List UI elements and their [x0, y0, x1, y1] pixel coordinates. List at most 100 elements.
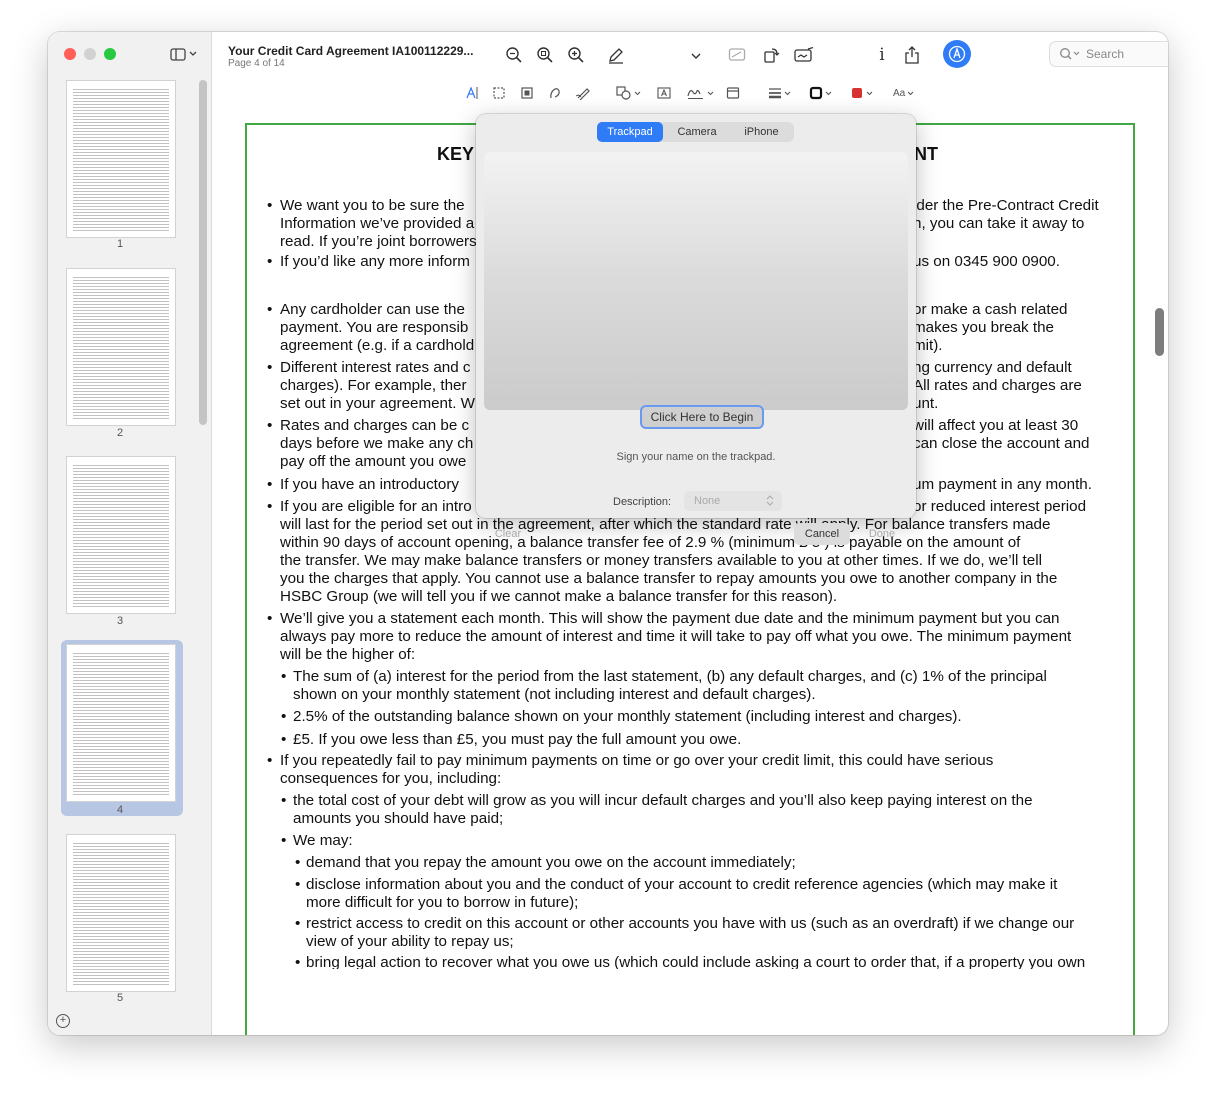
document-text-line: will last for the period set out in the …	[280, 516, 1051, 533]
document-text-line: us on 0345 900 0900.	[913, 253, 1060, 270]
signature-hint: Sign your name on the trackpad.	[616, 451, 776, 463]
document-text-line: Different interest rates and c	[280, 359, 471, 376]
page-heading-left: KEY	[437, 144, 475, 164]
close-window-button[interactable]	[64, 48, 76, 60]
rotate-icon	[764, 48, 780, 63]
bullet-point: •	[267, 498, 273, 515]
add-page-icon[interactable]: +	[56, 1014, 70, 1028]
page-thumbnail-5[interactable]	[66, 834, 176, 992]
document-text-line: If you repeatedly fail to pay minimum pa…	[280, 752, 994, 769]
document-text-line: payment. You are responsib	[280, 319, 469, 336]
zoom-out-icon	[506, 47, 522, 63]
document-text-line: um payment in any month.	[913, 476, 1092, 493]
document-text-line: shown on your monthly statement (not inc…	[293, 686, 816, 703]
document-text-line: will affect you at least 30	[913, 417, 1079, 434]
document-text-line: ng currency and default	[913, 359, 1072, 376]
document-text-line: We’ll give you a statement each month. T…	[280, 610, 1060, 627]
sidebar-icon	[169, 47, 186, 61]
document-text-line: n, you can take it away to	[913, 215, 1085, 232]
document-text-line: consequences for you, including:	[280, 770, 502, 787]
document-text-line: All rates and charges are	[913, 377, 1082, 394]
bullet-point: •	[295, 915, 301, 932]
document-text-line: pay off the amount you owe	[280, 453, 467, 470]
zoom-out-button[interactable]	[503, 44, 525, 66]
tab-camera[interactable]: Camera	[665, 122, 729, 142]
document-text-line: demand that you repay the amount you owe…	[306, 854, 796, 871]
page-thumbnail-4[interactable]	[66, 644, 176, 802]
info-icon: i	[879, 45, 885, 65]
share-button[interactable]	[901, 44, 923, 66]
signature-popover: Trackpad Camera iPhone Click Here to Beg…	[476, 114, 916, 545]
document-text-line: £5. If you owe less than £5, you must pa…	[293, 731, 742, 748]
page-indicator: Page 4 of 14	[228, 58, 285, 69]
page-thumbnail-number: 3	[116, 615, 124, 627]
page-thumbnail-3[interactable]	[66, 456, 176, 614]
markup-button[interactable]	[943, 40, 971, 68]
page-thumbnail-number: 1	[116, 238, 124, 250]
zoom-window-button[interactable]	[104, 48, 116, 60]
markup-toolbar-toggle-button[interactable]	[793, 44, 815, 66]
document-text-line: makes you break the	[913, 319, 1054, 336]
info-button[interactable]: i	[871, 44, 893, 66]
signature-source-segmented-control: Trackpad Camera iPhone	[597, 122, 794, 142]
document-text-line: 2.5% of the outstanding balance shown on…	[293, 708, 962, 725]
page-thumbnail-number: 2	[116, 427, 124, 439]
document-text-line: will be the higher of:	[280, 646, 416, 663]
description-select[interactable]: None	[684, 491, 782, 511]
bullet-point: •	[267, 476, 273, 493]
bullet-point: •	[295, 854, 301, 871]
document-title: Your Credit Card Agreement IA100112229..…	[228, 44, 474, 58]
document-text-line: HSBC Group (we will tell you if we canno…	[280, 588, 838, 605]
page-thumbnail-1[interactable]	[66, 80, 176, 238]
bullet-point: •	[295, 876, 301, 893]
document-text-line: the transfer. We may make balance transf…	[280, 552, 1042, 569]
document-text-line: If you’d like any more inform	[280, 253, 470, 270]
zoom-fit-icon	[537, 47, 553, 63]
page-thumbnail-2[interactable]	[66, 268, 176, 426]
bullet-point: •	[281, 708, 287, 725]
document-text-line: set out in your agreement. W	[280, 395, 475, 412]
page-thumbnail-number: 4	[116, 804, 124, 816]
zoom-in-button[interactable]	[565, 44, 587, 66]
minimize-window-button[interactable]	[84, 48, 96, 60]
bullet-point: •	[281, 792, 287, 809]
bullet-point: •	[267, 301, 273, 318]
tab-iphone[interactable]: iPhone	[729, 122, 794, 142]
document-text-line: or reduced interest period	[913, 498, 1087, 515]
bullet-point: •	[281, 668, 287, 685]
sidebar-scrollbar[interactable]	[199, 80, 207, 425]
rotate-button[interactable]	[760, 44, 782, 66]
redact-button[interactable]	[726, 44, 748, 66]
description-label: Description:	[613, 496, 672, 508]
document-text-line: you the charges that apply. You cannot u…	[280, 570, 1058, 587]
click-to-begin-button[interactable]: Click Here to Begin	[640, 405, 764, 429]
signature-capture-area[interactable]: Click Here to Begin	[484, 152, 908, 429]
document-text-line: or make a cash related	[913, 301, 1068, 318]
thumbnail-sidebar: 1 2 3 4 5 +	[48, 32, 212, 1035]
bullet-point: •	[267, 253, 273, 270]
bullet-point: •	[267, 359, 273, 376]
tab-trackpad[interactable]: Trackpad	[597, 122, 663, 142]
document-text-line: days before we make any ch	[280, 435, 474, 452]
document-text-line: the total cost of your debt will grow as…	[293, 792, 1033, 809]
done-button[interactable]: Done	[856, 523, 908, 545]
sidebar-toggle-button[interactable]	[166, 43, 200, 65]
search-placeholder: Search	[1086, 47, 1125, 61]
chevron-down-icon	[189, 51, 196, 56]
bullet-point: •	[281, 731, 287, 748]
document-text-line: agreement (e.g. if a cardhold	[280, 337, 475, 354]
document-text-line: restrict access to credit on this accoun…	[306, 915, 1075, 932]
bullet-point: •	[267, 610, 273, 627]
search-field[interactable]: Search	[1049, 41, 1168, 67]
document-text-line: amounts you should have paid;	[293, 810, 504, 827]
highlight-button[interactable]	[605, 44, 627, 66]
cancel-button[interactable]: Cancel	[794, 523, 850, 545]
document-text-line: can close the account and	[913, 435, 1090, 452]
highlight-menu-button[interactable]	[685, 45, 707, 67]
description-value: None	[694, 495, 721, 507]
zoom-fit-button[interactable]	[534, 44, 556, 66]
clear-button[interactable]: Clear	[484, 523, 532, 545]
toolbar: Your Credit Card Agreement IA100112229..…	[211, 32, 1168, 78]
bullet-point: •	[267, 417, 273, 434]
page-heading-right: NT	[914, 144, 938, 164]
